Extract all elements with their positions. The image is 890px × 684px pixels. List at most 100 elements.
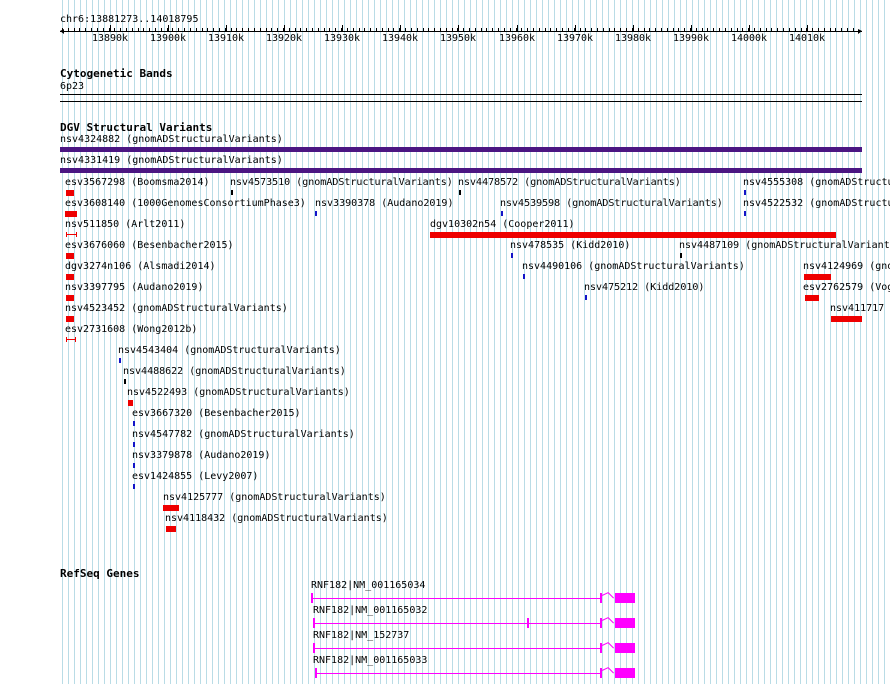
variant-bar[interactable] [231,190,233,195]
dgv-track-title[interactable]: DGV Structural Variants [60,122,212,134]
variant-bar[interactable] [119,358,121,363]
variant-label[interactable]: nsv4487109 (gnomADStructuralVariants [679,240,890,252]
variant-label[interactable]: nsv511850 (Arlt2011) [65,219,185,231]
exon[interactable] [615,668,635,678]
variant-bar[interactable] [66,295,74,301]
variant-label[interactable]: nsv475212 (Kidd2010) [584,282,704,294]
variant-bar[interactable] [459,190,461,195]
gridline [620,0,621,684]
variant-label[interactable]: nsv478535 (Kidd2010) [510,240,630,252]
ruler-tick [517,25,518,31]
gene-label[interactable]: RNF182|NM_152737 [313,630,409,642]
gene-label[interactable]: RNF182|NM_001165032 [313,605,427,617]
variant-bar[interactable] [66,190,74,196]
exon[interactable] [615,593,635,603]
gridline [746,0,747,684]
variant-bar[interactable] [133,421,135,426]
variant-bar[interactable] [133,484,135,489]
gridline [212,0,213,684]
variant-label[interactable]: nsv4573510 (gnomADStructuralVariants) [230,177,453,189]
variant-bar[interactable] [66,316,74,322]
variant-bar[interactable] [680,253,682,258]
ruler-minor-tick [423,28,424,31]
ruler-tick-label: 13900k [149,33,187,44]
ruler-minor-tick [806,28,807,31]
variant-bar[interactable] [511,253,513,258]
variant-bar[interactable] [66,253,74,259]
variant-label[interactable]: esv2731608 (Wong2012b) [65,324,197,336]
variant-label[interactable]: nsv4555308 (gnomADStructu [743,177,890,189]
variant-label[interactable]: nsv4331419 (gnomADStructuralVariants) [60,155,283,167]
ruler-minor-tick [603,28,604,31]
variant-bar[interactable] [804,274,831,280]
variant-label[interactable]: nsv4523452 (gnomADStructuralVariants) [65,303,288,315]
exon[interactable] [527,618,529,628]
variant-bar[interactable] [831,316,862,322]
variant-label[interactable]: esv2762579 (Vog [803,282,890,294]
variant-bar[interactable] [133,442,135,447]
variant-label[interactable]: nsv4488622 (gnomADStructuralVariants) [123,366,346,378]
exon[interactable] [615,643,635,653]
variant-bar[interactable] [65,211,77,217]
variant-label[interactable]: dgv10302n54 (Cooper2011) [430,219,575,231]
gene-label[interactable]: RNF182|NM_001165033 [313,655,427,667]
ruler-tick-label: 13940k [381,33,419,44]
ruler-tick [400,25,401,31]
variant-label[interactable]: nsv411717 [830,303,884,315]
variant-bar[interactable] [523,274,525,279]
variant-bar[interactable] [744,211,746,216]
variant-label[interactable]: nsv3390378 (Audano2019) [315,198,453,210]
variant-bar[interactable] [60,147,862,152]
variant-label[interactable]: nsv4125777 (gnomADStructuralVariants) [163,492,386,504]
exon[interactable] [615,618,635,628]
gridline [758,0,759,684]
variant-label[interactable]: esv3567298 (Boomsma2014) [65,177,210,189]
variant-label[interactable]: nsv4543404 (gnomADStructuralVariants) [118,345,341,357]
gridline [170,0,171,684]
variant-bar[interactable] [315,211,317,216]
ruler-minor-tick [707,28,708,31]
ruler-minor-tick [841,28,842,31]
variant-label[interactable]: nsv4522493 (gnomADStructuralVariants) [127,387,350,399]
variant-bar[interactable] [805,295,819,301]
variant-label[interactable]: esv3667320 (Besenbacher2015) [132,408,301,420]
variant-bar[interactable] [166,526,176,532]
variant-label[interactable]: nsv4490106 (gnomADStructuralVariants) [522,261,745,273]
ruler-minor-tick [824,28,825,31]
variant-label[interactable]: nsv4124969 (gno [803,261,890,273]
cytobands-track-title[interactable]: Cytogenetic Bands [60,68,173,80]
variant-label[interactable]: nsv3379878 (Audano2019) [132,450,270,462]
ruler-minor-tick [202,28,203,31]
variant-bar[interactable] [501,211,503,216]
gene-label[interactable]: RNF182|NM_001165034 [311,580,425,592]
variant-label[interactable]: nsv4478572 (gnomADStructuralVariants) [458,177,681,189]
variant-bar[interactable] [163,505,179,511]
variant-label[interactable]: esv3676060 (Besenbacher2015) [65,240,234,252]
ruler-minor-tick [783,28,784,31]
variant-bar[interactable] [744,190,746,195]
variant-label[interactable]: dgv3274n106 (Alsmadi2014) [65,261,216,273]
variant-bar[interactable] [128,400,133,406]
refseq-track-title[interactable]: RefSeq Genes [60,568,139,580]
variant-bar[interactable] [60,168,862,173]
gridline [128,0,129,684]
gridline [590,0,591,684]
variant-label[interactable]: nsv3397795 (Audano2019) [65,282,203,294]
variant-label[interactable]: nsv4539598 (gnomADStructuralVariants) [500,198,723,210]
variant-bar[interactable] [430,232,836,238]
variant-label[interactable]: nsv4324882 (gnomADStructuralVariants) [60,134,283,146]
variant-label[interactable]: esv1424855 (Levy2007) [132,471,258,483]
ruler-minor-tick [329,28,330,31]
variant-bar[interactable] [66,274,74,280]
ruler-minor-tick [103,28,104,31]
gridline [242,0,243,684]
variant-label[interactable]: nsv4522532 (gnomADStructu [743,198,890,210]
ruler-minor-tick [318,28,319,31]
variant-bar[interactable] [585,295,587,300]
variant-bar[interactable] [124,379,126,384]
variant-label[interactable]: nsv4118432 (gnomADStructuralVariants) [165,513,388,525]
variant-bar[interactable] [133,463,135,468]
gridline [800,0,801,684]
variant-label[interactable]: nsv4547782 (gnomADStructuralVariants) [132,429,355,441]
variant-label[interactable]: esv3608140 (1000GenomesConsortiumPhase3) [65,198,306,210]
